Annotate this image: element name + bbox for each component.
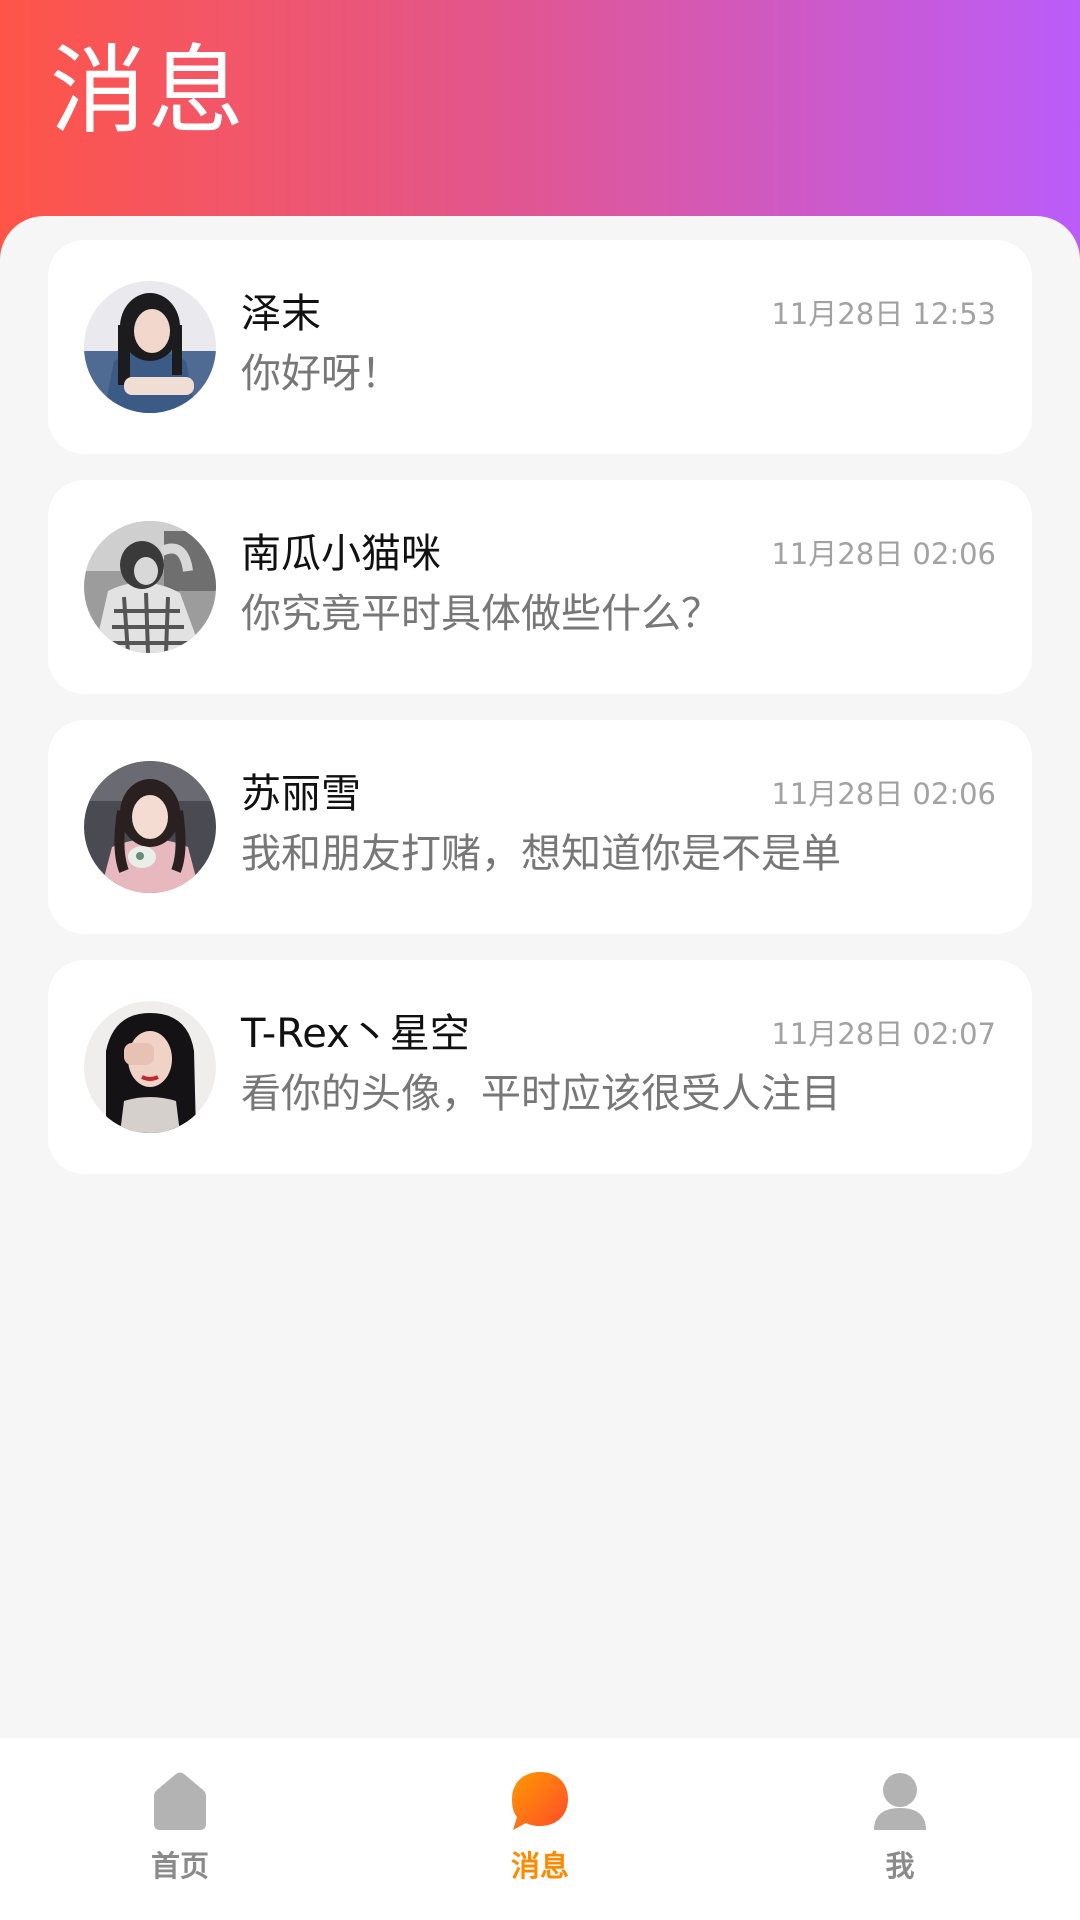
tab-label: 首页 bbox=[150, 1849, 209, 1883]
avatar-photo-icon bbox=[84, 761, 216, 893]
bottom-tab-bar: 首页 消息 我 bbox=[0, 1738, 1080, 1920]
conversation-item[interactable]: 南瓜小猫咪 11月28日 02:06 你究竟平时具体做些什么？ bbox=[48, 480, 1032, 694]
tab-label: 我 bbox=[885, 1849, 915, 1883]
tab-messages[interactable]: 消息 bbox=[360, 1738, 720, 1920]
avatar-photo-icon bbox=[84, 281, 216, 413]
message-time: 11月28日 02:07 bbox=[771, 1017, 996, 1051]
avatar[interactable] bbox=[84, 281, 216, 413]
chat-bubble-icon bbox=[510, 1770, 570, 1832]
message-preview: 看你的头像，平时应该很受人注目 bbox=[241, 1071, 841, 1117]
avatar-photo-icon bbox=[84, 1001, 216, 1133]
page-title: 消息 bbox=[50, 35, 246, 147]
avatar[interactable] bbox=[84, 761, 216, 893]
message-preview: 你好呀！ bbox=[241, 351, 401, 397]
message-time: 11月28日 02:06 bbox=[771, 777, 996, 811]
contact-name: 泽末 bbox=[241, 291, 321, 337]
avatar-photo-icon bbox=[84, 521, 216, 653]
conversation-list: 泽末 11月28日 12:53 你好呀！ 南瓜小猫咪 11月28日 02:06 bbox=[0, 216, 1080, 1736]
conversation-item[interactable]: 泽末 11月28日 12:53 你好呀！ bbox=[48, 240, 1032, 454]
conversation-item[interactable]: T-Rex丶星空 11月28日 02:07 看你的头像，平时应该很受人注目 bbox=[48, 960, 1032, 1174]
conversation-item[interactable]: 苏丽雪 11月28日 02:06 我和朋友打赌，想知道你是不是单 bbox=[48, 720, 1032, 934]
contact-name: 南瓜小猫咪 bbox=[241, 531, 441, 577]
message-time: 11月28日 02:06 bbox=[771, 537, 996, 571]
tab-home[interactable]: 首页 bbox=[0, 1738, 360, 1920]
message-preview: 我和朋友打赌，想知道你是不是单 bbox=[241, 831, 841, 877]
avatar[interactable] bbox=[84, 521, 216, 653]
avatar[interactable] bbox=[84, 1001, 216, 1133]
messages-screen: 消息 泽末 11月28日 12:53 你好呀！ 南瓜小猫咪 11月28日 02:… bbox=[0, 0, 1080, 1920]
user-icon bbox=[870, 1770, 930, 1832]
home-icon bbox=[150, 1770, 210, 1832]
contact-name: T-Rex丶星空 bbox=[241, 1011, 470, 1057]
message-time: 11月28日 12:53 bbox=[771, 297, 996, 331]
tab-label: 消息 bbox=[510, 1849, 569, 1883]
tab-me[interactable]: 我 bbox=[720, 1738, 1080, 1920]
contact-name: 苏丽雪 bbox=[241, 771, 361, 817]
message-preview: 你究竟平时具体做些什么？ bbox=[241, 591, 721, 637]
